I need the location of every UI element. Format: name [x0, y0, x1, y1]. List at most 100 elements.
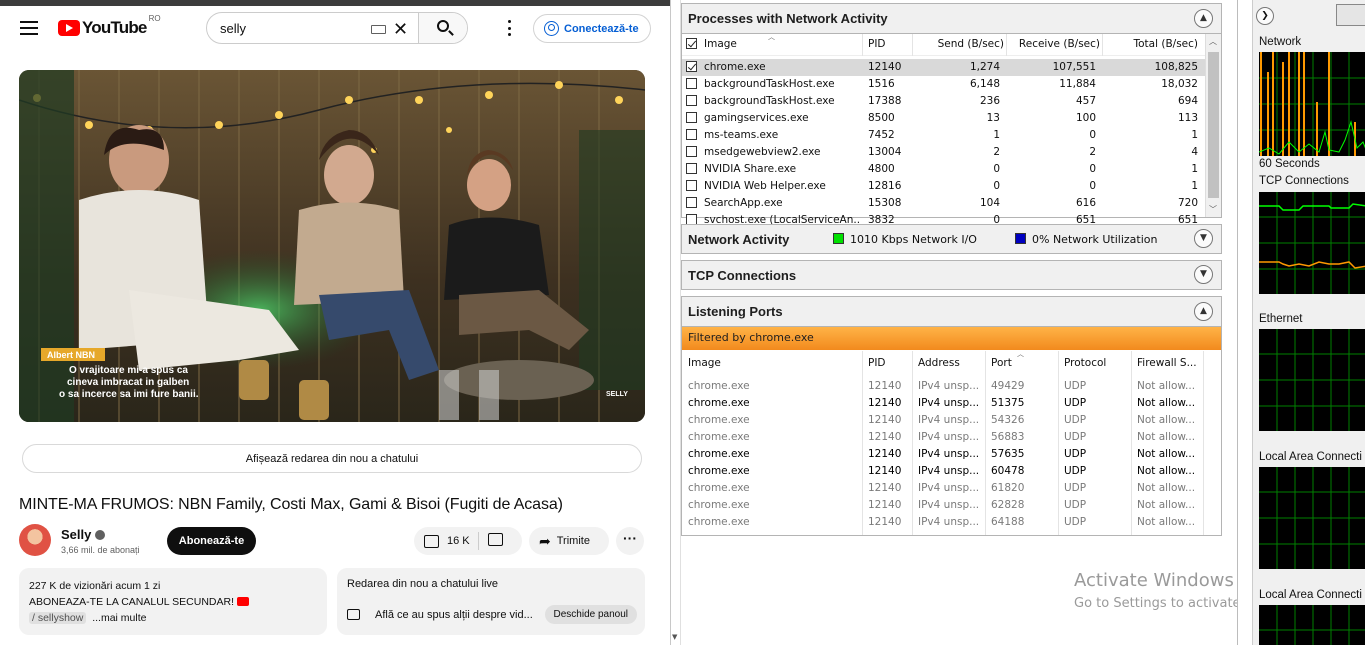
- process-checkbox[interactable]: [686, 163, 703, 175]
- like-button[interactable]: 16 K: [414, 534, 470, 548]
- process-checkbox[interactable]: [686, 180, 703, 192]
- process-row[interactable]: backgroundTaskHost.exe 17388 236 457 694: [682, 93, 1206, 110]
- col-image[interactable]: Image: [704, 38, 737, 50]
- more-actions-button[interactable]: ···: [616, 527, 644, 555]
- col-address[interactable]: Address: [918, 357, 960, 369]
- col-protocol[interactable]: Protocol: [1064, 357, 1106, 369]
- process-checkbox[interactable]: [686, 95, 703, 107]
- processes-scrollbar[interactable]: ︿ ﹀: [1205, 34, 1221, 217]
- col-receive[interactable]: Receive (B/sec): [1008, 38, 1100, 50]
- channel-avatar[interactable]: [19, 524, 51, 556]
- network-activity-title: Network Activity: [688, 232, 790, 247]
- channel-link[interactable]: / sellyshow: [29, 612, 87, 624]
- col-image[interactable]: Image: [688, 357, 721, 369]
- search-box[interactable]: selly ✕: [206, 12, 468, 44]
- process-checkbox[interactable]: [686, 129, 703, 141]
- channel-name-link[interactable]: Selly: [61, 527, 106, 542]
- col-pid[interactable]: PID: [868, 38, 886, 50]
- lan-graph-2: [1259, 605, 1365, 645]
- share-button[interactable]: ➦ Trimite: [529, 527, 609, 555]
- col-firewall[interactable]: Firewall S...: [1137, 357, 1207, 369]
- column-separator[interactable]: [912, 34, 913, 56]
- show-more-link[interactable]: ...mai multe: [92, 612, 146, 624]
- process-row[interactable]: SearchApp.exe 15308 104 616 720: [682, 195, 1206, 212]
- graph-label-lan-2: Local Area Connecti: [1259, 589, 1362, 601]
- select-all-checkbox[interactable]: [686, 38, 703, 50]
- port-row[interactable]: chrome.exe 12140 IPv4 unsp... 56883 UDP Not a…: [682, 429, 1221, 446]
- port-address: IPv4 unsp...: [918, 516, 980, 528]
- port-row[interactable]: chrome.exe 12140 IPv4 unsp... 49429 UDP Not a…: [682, 378, 1221, 395]
- dislike-button[interactable]: [487, 533, 503, 549]
- column-separator[interactable]: [1102, 34, 1103, 56]
- settings-kebab-icon[interactable]: [508, 20, 512, 36]
- col-port[interactable]: Port: [991, 357, 1012, 369]
- process-row[interactable]: NVIDIA Web Helper.exe 12816 0 0 1: [682, 178, 1206, 195]
- port-image: chrome.exe: [688, 448, 750, 460]
- port-row[interactable]: chrome.exe 12140 IPv4 unsp... 61820 UDP Not a…: [682, 480, 1221, 497]
- process-row[interactable]: gamingservices.exe 8500 13 100 113: [682, 110, 1206, 127]
- process-row[interactable]: msedgewebview2.exe 13004 2 2 4: [682, 144, 1206, 161]
- port-row[interactable]: chrome.exe 12140 IPv4 unsp... 64188 UDP Not a…: [682, 514, 1221, 531]
- process-pid: 12816: [868, 180, 902, 192]
- col-send[interactable]: Send (B/sec): [914, 38, 1004, 50]
- network-io-label: 1010 Kbps Network I/O: [850, 233, 977, 246]
- resource-monitor-window: ▼ Processes with Network Activity ▲ Imag…: [670, 0, 1365, 645]
- scroll-up-icon[interactable]: ︿: [1209, 36, 1217, 47]
- panel-splitter[interactable]: [1238, 0, 1253, 645]
- port-row[interactable]: chrome.exe 12140 IPv4 unsp... 54326 UDP Not a…: [682, 412, 1221, 429]
- scroll-down-arrow-icon[interactable]: ▼: [672, 633, 677, 641]
- process-image: chrome.exe: [704, 61, 766, 73]
- network-activity-header[interactable]: Network Activity 1010 Kbps Network I/O 0…: [682, 225, 1221, 253]
- process-row[interactable]: ms-teams.exe 7452 1 0 1: [682, 127, 1206, 144]
- sign-in-button[interactable]: Conectează-te: [533, 14, 651, 43]
- collapse-chevron-icon[interactable]: ▲: [1194, 9, 1213, 28]
- scroll-down-icon[interactable]: ﹀: [1209, 204, 1217, 215]
- processes-header-row: Image ︿ PID Send (B/sec) Receive (B/sec)…: [682, 33, 1206, 56]
- process-checkbox[interactable]: [686, 112, 703, 124]
- views-button[interactable]: [1336, 4, 1365, 26]
- port-protocol: UDP: [1064, 397, 1087, 409]
- process-checkbox[interactable]: [686, 197, 703, 209]
- outer-scrollbar[interactable]: ▼: [671, 0, 681, 645]
- process-checkbox[interactable]: [686, 146, 703, 158]
- port-row[interactable]: chrome.exe 12140 IPv4 unsp... 57635 UDP Not a…: [682, 446, 1221, 463]
- expand-chevron-icon[interactable]: ▼: [1194, 229, 1213, 248]
- video-title: MINTE-MA FRUMOS: NBN Family, Costi Max, …: [19, 496, 563, 513]
- collapse-chevron-icon[interactable]: ▲: [1194, 302, 1213, 321]
- search-button[interactable]: [418, 13, 467, 43]
- port-pid: 12140: [868, 448, 902, 460]
- process-image: ms-teams.exe: [704, 129, 779, 141]
- listening-ports-header[interactable]: Listening Ports ▲: [682, 297, 1221, 327]
- open-panel-button[interactable]: Deschide panoul: [544, 605, 637, 624]
- keyboard-icon[interactable]: [371, 25, 386, 34]
- process-row[interactable]: backgroundTaskHost.exe 1516 6,148 11,884 18,…: [682, 76, 1206, 93]
- tcp-graph-svg: [1259, 192, 1365, 294]
- expand-chevron-icon[interactable]: ▼: [1194, 265, 1213, 284]
- process-checkbox[interactable]: [686, 78, 703, 90]
- column-separator[interactable]: [1006, 34, 1007, 56]
- process-row[interactable]: chrome.exe 12140 1,274 107,551 108,825: [682, 59, 1206, 76]
- subscribe-button[interactable]: Abonează-te: [167, 527, 256, 555]
- col-total[interactable]: Total (B/sec): [1104, 38, 1199, 50]
- search-input[interactable]: selly: [220, 21, 246, 36]
- col-pid[interactable]: PID: [868, 357, 886, 369]
- show-chat-replay-button[interactable]: Afișează redarea din nou a chatului: [22, 444, 642, 473]
- youtube-logo[interactable]: YouTube RO: [58, 14, 161, 38]
- processes-scroll-thumb[interactable]: [1208, 52, 1219, 198]
- clear-search-icon[interactable]: ✕: [393, 19, 408, 40]
- port-row[interactable]: chrome.exe 12140 IPv4 unsp... 62828 UDP Not a…: [682, 497, 1221, 514]
- process-row[interactable]: NVIDIA Share.exe 4800 0 0 1: [682, 161, 1206, 178]
- process-checkbox[interactable]: [686, 61, 703, 73]
- menu-icon[interactable]: [20, 21, 38, 35]
- filter-banner[interactable]: Filtered by chrome.exe: [682, 327, 1221, 350]
- port-row[interactable]: chrome.exe 12140 IPv4 unsp... 60478 UDP Not a…: [682, 463, 1221, 480]
- description-box[interactable]: 227 K de vizionări acum 1 zi ABONEAZA-TE…: [19, 568, 327, 635]
- port-row[interactable]: chrome.exe 12140 IPv4 unsp... 51375 UDP Not a…: [682, 395, 1221, 412]
- tcp-connections-section: TCP Connections ▼: [681, 260, 1222, 290]
- panel-toggle-chevron-icon[interactable]: ❯: [1256, 7, 1274, 25]
- video-player[interactable]: Albert NBN O vrajitoare mi-a spus ca cin…: [19, 70, 645, 422]
- column-separator[interactable]: [862, 34, 863, 56]
- processes-header[interactable]: Processes with Network Activity ▲: [682, 4, 1221, 34]
- process-pid: 1516: [868, 78, 895, 90]
- tcp-connections-header[interactable]: TCP Connections ▼: [682, 261, 1221, 289]
